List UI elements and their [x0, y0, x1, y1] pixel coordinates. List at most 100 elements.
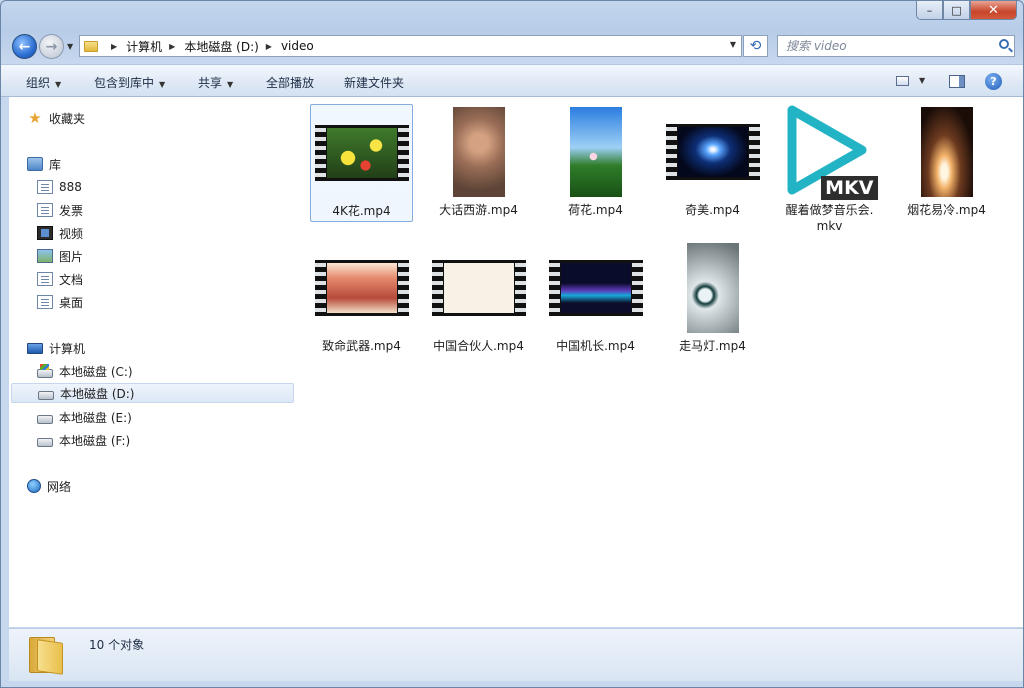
nav-library-videos[interactable]: 视频 [37, 223, 83, 243]
file-item-lotus[interactable]: 荷花.mp4 [544, 104, 647, 218]
minimize-button[interactable]: – [916, 1, 943, 20]
file-name: 致命武器.mp4 [322, 339, 401, 353]
file-name: 走马灯.mp4 [679, 339, 746, 353]
nav-label: 本地磁盘 (D:) [60, 386, 135, 401]
nav-drive-e[interactable]: 本地磁盘 (E:) [37, 407, 132, 427]
nav-label: 网络 [47, 479, 72, 494]
help-icon[interactable]: ? [985, 73, 1002, 90]
breadcrumb-video[interactable]: video [281, 39, 314, 53]
file-item-dahuaxiyou[interactable]: 大话西游.mp4 [427, 104, 530, 218]
caption-buttons: – □ ✕ [916, 1, 1017, 20]
nav-library-documents[interactable]: 文档 [37, 269, 83, 289]
nav-library-invoices[interactable]: 发票 [37, 200, 83, 220]
command-bar: 组织 ▼ 包含到库中 ▼ 共享 ▼ 全部播放 新建文件夹 ▼ ? [1, 64, 1023, 97]
video-thumbnail [686, 243, 739, 333]
nav-label: 本地磁盘 (C:) [59, 364, 133, 379]
preview-pane-icon[interactable] [949, 75, 965, 88]
file-name: 奇美.mp4 [685, 203, 740, 217]
nav-drive-d[interactable]: 本地磁盘 (D:) [11, 383, 294, 403]
file-item-qimei[interactable]: 奇美.mp4 [661, 104, 764, 218]
chevron-right-icon[interactable]: ▶ [169, 42, 175, 51]
star-icon: ★ [28, 109, 42, 127]
nav-label: 视频 [59, 226, 84, 241]
drive-icon [38, 390, 54, 400]
nav-drive-c[interactable]: 本地磁盘 (C:) [37, 361, 133, 381]
recent-pages-dropdown[interactable]: ▼ [67, 42, 73, 51]
chevron-down-icon: ▼ [227, 80, 234, 89]
nav-favorites[interactable]: ★ 收藏夹 [27, 108, 85, 128]
explorer-window: – □ ✕ ← → ▼ ▶ 计算机 ▶ 本地磁盘 (D:) ▶ video ▼ … [0, 0, 1024, 688]
back-button[interactable]: ← [12, 34, 37, 59]
file-item-china-partners[interactable]: 中国合伙人.mp4 [427, 240, 530, 354]
chevron-right-icon[interactable]: ▶ [266, 42, 272, 51]
video-library-icon [37, 226, 53, 240]
nav-network[interactable]: 网络 [27, 476, 71, 496]
address-bar[interactable]: ▶ 计算机 ▶ 本地磁盘 (D:) ▶ video ▼ [79, 35, 742, 57]
nav-label: 本地磁盘 (F:) [59, 433, 131, 448]
close-button[interactable]: ✕ [970, 1, 1017, 20]
file-item-lethal-weapon[interactable]: 致命武器.mp4 [310, 240, 413, 354]
chevron-down-icon[interactable]: ▼ [730, 40, 736, 49]
file-view: 4K花.mp4 大话西游.mp4 荷花.mp4 奇美.mp4 MKV 醒着做梦音… [295, 97, 1023, 627]
share-menu[interactable]: 共享 ▼ [198, 74, 233, 91]
nav-library-888[interactable]: 888 [37, 177, 82, 197]
video-thumbnail [431, 260, 526, 316]
video-thumbnail [920, 107, 973, 197]
nav-label: 文档 [59, 272, 84, 287]
refresh-button[interactable]: ⟲ [743, 35, 768, 57]
chevron-down-icon: ▼ [55, 80, 62, 89]
chevron-down-icon: ▼ [159, 80, 166, 89]
breadcrumb-computer[interactable]: 计算机 [126, 38, 162, 55]
document-library-icon [37, 272, 53, 286]
organize-label: 组织 [26, 76, 51, 90]
library-document-icon [37, 180, 53, 194]
file-item-captain[interactable]: 中国机长.mp4 [544, 240, 647, 354]
breadcrumb-drive-d[interactable]: 本地磁盘 (D:) [184, 38, 258, 55]
play-all-button[interactable]: 全部播放 [266, 74, 314, 91]
nav-label: 库 [49, 157, 62, 172]
video-thumbnail [314, 125, 409, 181]
chevron-right-icon[interactable]: ▶ [111, 42, 117, 51]
item-count: 10 个对象 [89, 638, 145, 652]
include-in-library-menu[interactable]: 包含到库中 ▼ [94, 74, 165, 91]
video-thumbnail [314, 260, 409, 316]
chevron-down-icon[interactable]: ▼ [919, 76, 925, 85]
file-item-fireworks[interactable]: 烟花易冷.mp4 [895, 104, 998, 218]
drive-icon [37, 414, 53, 424]
desktop-library-icon [37, 295, 53, 309]
folder-icon [84, 40, 98, 52]
nav-computer[interactable]: 计算机 [27, 338, 85, 358]
file-item-lantern[interactable]: 走马灯.mp4 [661, 240, 764, 354]
navigation-pane: ★ 收藏夹 库 888 发票 视频 图片 文档 桌面 计算机 本地磁盘 (C:) … [9, 97, 296, 627]
include-in-library-label: 包含到库中 [94, 76, 155, 90]
arrow-left-icon: ← [18, 38, 31, 55]
file-item-4k-flower[interactable]: 4K花.mp4 [310, 104, 413, 222]
computer-icon [27, 342, 43, 354]
nav-label: 桌面 [59, 295, 84, 310]
search-box[interactable] [777, 35, 1015, 57]
forward-button[interactable]: → [39, 34, 64, 59]
video-thumbnail [665, 124, 760, 180]
file-name: 荷花.mp4 [568, 203, 623, 217]
search-input[interactable] [784, 38, 988, 54]
change-view-icon[interactable] [896, 76, 909, 86]
nav-label: 888 [59, 180, 82, 194]
nav-library-pictures[interactable]: 图片 [37, 246, 83, 266]
nav-drive-f[interactable]: 本地磁盘 (F:) [37, 430, 130, 450]
drive-icon [37, 437, 53, 447]
new-folder-button[interactable]: 新建文件夹 [344, 74, 404, 91]
nav-libraries[interactable]: 库 [27, 154, 61, 174]
share-label: 共享 [198, 76, 223, 90]
organize-menu[interactable]: 组织 ▼ [26, 74, 61, 91]
nav-label: 图片 [59, 249, 84, 264]
maximize-button[interactable]: □ [943, 1, 970, 20]
file-name: 醒着做梦音乐会.mkv [785, 203, 874, 233]
file-name: 大话西游.mp4 [439, 203, 518, 217]
details-pane: 10 个对象 [9, 628, 1023, 681]
nav-library-desktop[interactable]: 桌面 [37, 292, 83, 312]
library-icon [27, 157, 43, 171]
file-item-mkv-concert[interactable]: MKV 醒着做梦音乐会.mkv [778, 104, 881, 234]
video-thumbnail [452, 107, 505, 197]
search-icon[interactable] [999, 39, 1009, 49]
video-thumbnail [569, 107, 622, 197]
